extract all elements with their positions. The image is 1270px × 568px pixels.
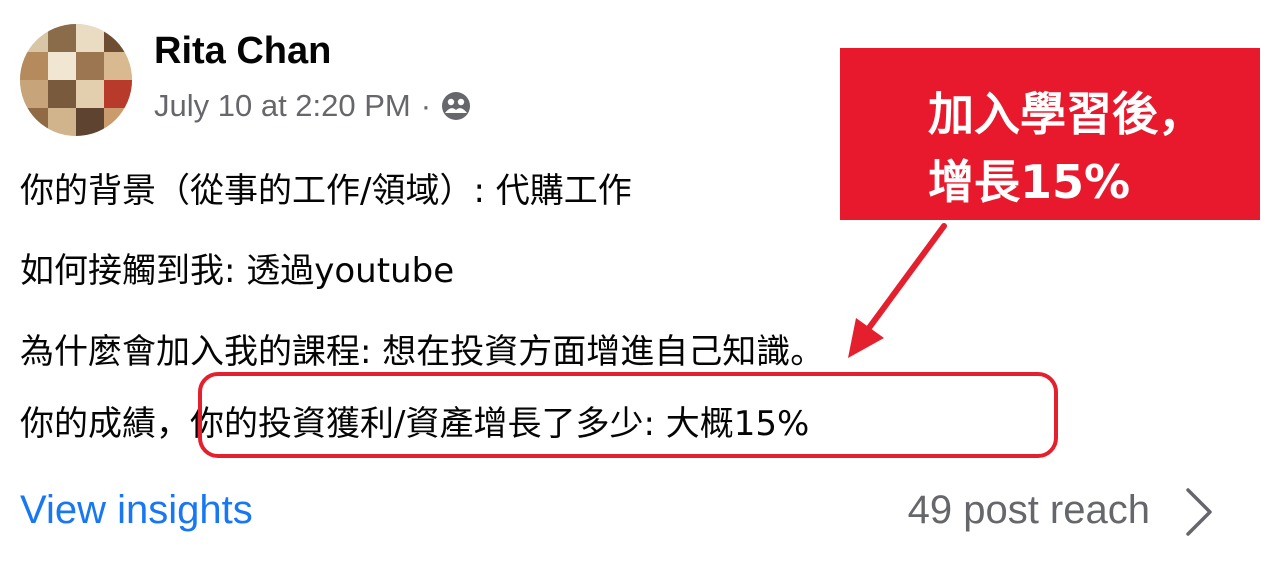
callout-line1: 加入學習後， (928, 87, 1204, 141)
friends-icon[interactable] (441, 91, 471, 121)
callout-box: 加入學習後， 增長15% (840, 48, 1260, 220)
view-insights-link[interactable]: View insights (20, 488, 253, 533)
chevron-right-icon[interactable] (1178, 482, 1218, 542)
post-line-contact: 如何接觸到我: 透過youtube (20, 251, 455, 291)
post-reach-count[interactable]: 49 post reach (908, 488, 1150, 533)
result-prefix: 你的成績， (20, 404, 190, 444)
post-line-background: 你的背景（從事的工作/領域）: 代購工作 (20, 171, 632, 211)
callout-line2: 增長15% (928, 155, 1131, 209)
post-date[interactable]: July 10 at 2:20 PM (154, 88, 411, 124)
highlight-ring (198, 372, 1058, 458)
post-line-reason: 為什麼會加入我的課程: 想在投資方面增進自己知識。 (20, 332, 825, 372)
author-name[interactable]: Rita Chan (154, 30, 331, 73)
meta-separator: · (420, 88, 432, 123)
post-meta: July 10 at 2:20 PM · (154, 88, 471, 124)
avatar[interactable] (20, 24, 132, 136)
